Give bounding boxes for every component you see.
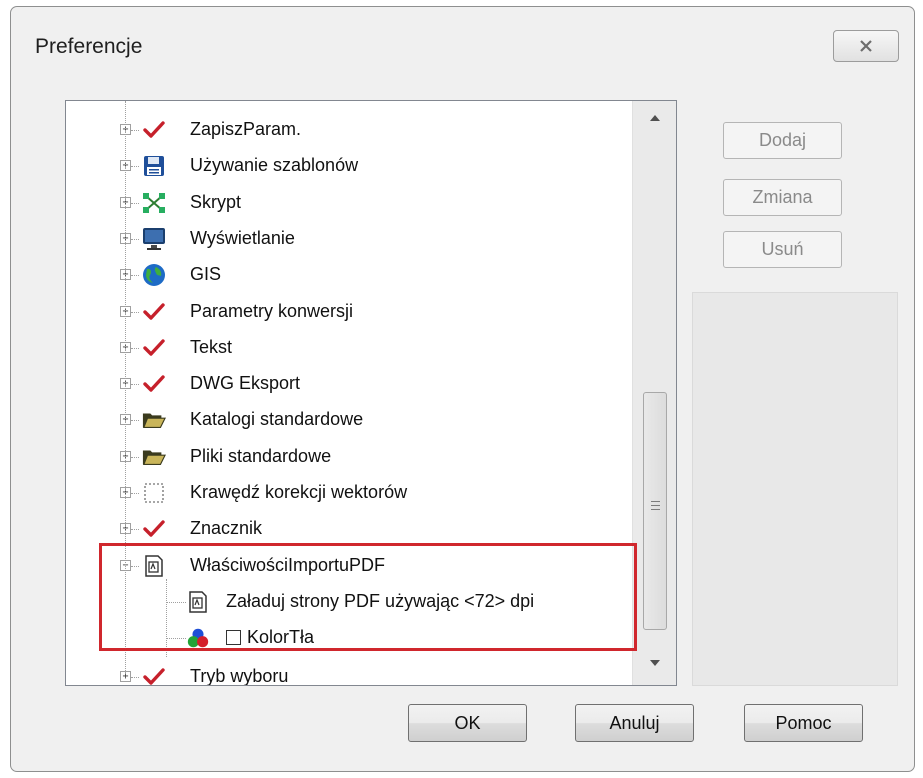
tree-connector (131, 529, 139, 531)
check-mark-icon (142, 118, 166, 142)
open-folder-icon (142, 445, 166, 469)
tree-item-label: Tekst (190, 336, 233, 357)
check-mark-icon (142, 336, 166, 360)
delete-button[interactable]: Usuń (723, 231, 842, 268)
scroll-thumb[interactable] (643, 392, 667, 630)
tree-connector (131, 676, 139, 678)
tree-item[interactable]: + ZapiszParam. (66, 113, 626, 147)
tree-item-label: Krawędź korekcji wektorów (190, 482, 408, 502)
arrow-up-icon (650, 115, 660, 121)
preferences-dialog: Preferencje + ZapiszParam. + Używanie szabl… (10, 6, 915, 772)
tree-scrollbar[interactable] (632, 101, 676, 685)
floppy-disk-icon (142, 154, 166, 178)
tree-connector (131, 456, 139, 458)
value-panel (692, 292, 898, 686)
tree-item-label: DWG Eksport (190, 373, 301, 394)
globe-icon (142, 263, 166, 287)
tree-item-label: Parametry konwersji (190, 300, 354, 321)
tree-connector (131, 420, 139, 422)
tree-connector (131, 384, 139, 386)
grip-line (651, 501, 660, 502)
script-network-icon (142, 191, 166, 215)
tree-item[interactable]: + Używanie szablonów (66, 149, 626, 183)
tree-connector (131, 311, 139, 313)
tree-item[interactable]: + Skrypt (66, 186, 626, 220)
cancel-button[interactable]: Anuluj (575, 704, 694, 742)
tree-connector (131, 347, 139, 349)
close-button[interactable] (833, 30, 899, 62)
tree-connector (131, 202, 139, 204)
tree-item-label: Tryb wyboru (190, 665, 289, 686)
change-button[interactable]: Zmiana (723, 179, 842, 216)
window-title: Preferencje (35, 35, 143, 58)
grip-line (651, 505, 660, 506)
tree-item[interactable]: + Parametry konwersji (66, 295, 626, 329)
close-icon (860, 40, 872, 52)
tree-connector (131, 238, 139, 240)
scroll-up-arrow[interactable] (633, 107, 676, 129)
tree-item-label: GIS (190, 264, 222, 285)
tree-connector (131, 493, 139, 494)
tree-item-label: Pliki standardowe (190, 445, 332, 466)
tree-item-label: Wyświetlanie (190, 227, 295, 248)
monitor-icon (142, 227, 166, 251)
tree-item-label: Skrypt (190, 191, 242, 212)
dotted-frame-icon (142, 481, 166, 505)
arrow-down-icon (650, 660, 660, 666)
check-mark-icon (142, 517, 166, 541)
tree-item[interactable]: + Tryb wyboru (66, 660, 626, 686)
tree-item-label: Katalogi standardowe (190, 409, 364, 430)
scroll-down-arrow[interactable] (633, 652, 676, 674)
tree-connector (131, 275, 139, 277)
tree-item[interactable]: + Katalogi standardowe (66, 403, 626, 437)
help-button[interactable]: Pomoc (744, 704, 863, 742)
tree-item[interactable]: + GIS (66, 258, 626, 292)
tree-item-label: ZapiszParam. (190, 119, 302, 139)
tree-item[interactable]: + Krawędź korekcji wektorów (66, 476, 626, 510)
tree-item[interactable]: + DWG Eksport (66, 367, 626, 401)
tree-item[interactable]: + Tekst (66, 331, 626, 365)
tree-connector (131, 166, 139, 168)
check-mark-icon (142, 372, 166, 396)
tree-item[interactable]: + Znacznik (66, 512, 626, 546)
tree-item[interactable]: + Wyświetlanie (66, 222, 626, 256)
tree-item-label: Znacznik (190, 518, 263, 539)
tree-item[interactable]: + Pliki standardowe (66, 440, 626, 474)
open-folder-icon (142, 408, 166, 432)
add-button[interactable]: Dodaj (723, 122, 842, 159)
tree-connector (131, 130, 139, 131)
grip-line (651, 509, 660, 510)
check-mark-icon (142, 300, 166, 324)
ok-button[interactable]: OK (408, 704, 527, 742)
tree-item-label: Używanie szablonów (190, 155, 359, 176)
highlight-box (99, 543, 637, 651)
check-mark-icon (142, 665, 166, 686)
